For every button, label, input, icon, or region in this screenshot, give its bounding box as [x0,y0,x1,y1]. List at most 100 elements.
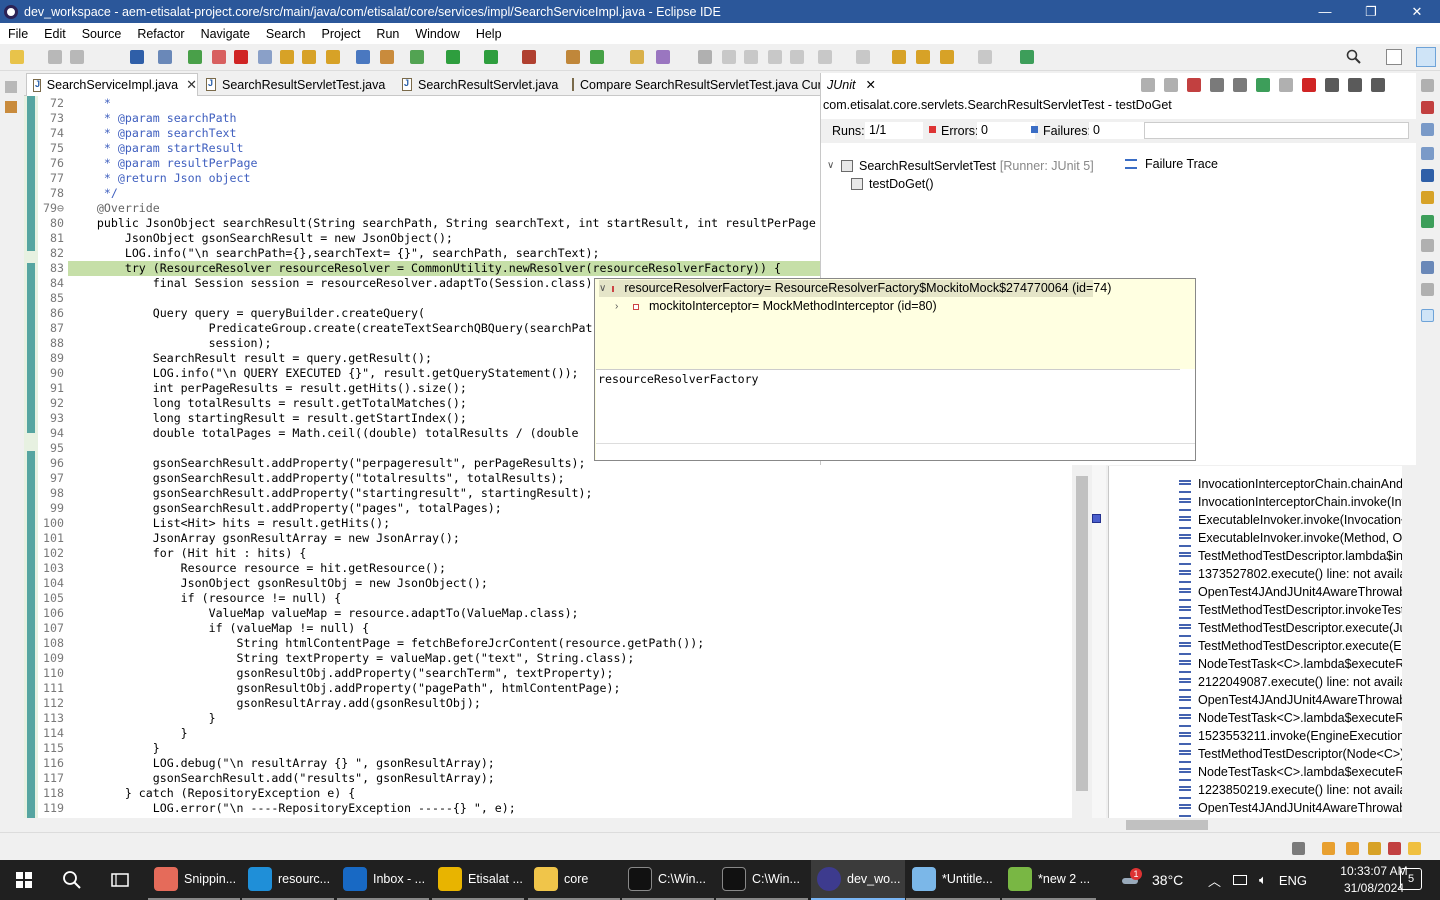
stack-frame[interactable]: TestMethodTestDescriptor.execute(Eng [1109,637,1416,655]
restore-button[interactable]: ❐ [1348,0,1394,23]
problems-view-icon[interactable] [1421,191,1434,204]
test-tree[interactable]: ∨ SearchResultServletTest [Runner: JUnit… [827,157,1127,193]
popup-vertical-scrollbar[interactable] [1180,369,1195,443]
taskbar-app-eclipse[interactable]: dev_wo... [811,860,905,900]
annotation-marker-icon[interactable] [1092,514,1101,523]
toggle-block-selection-icon[interactable] [722,50,736,64]
pilcrow-icon[interactable] [790,50,804,64]
search-icon[interactable] [1346,49,1362,65]
word-wrap-icon[interactable] [768,50,782,64]
taskbar-app-snipping[interactable]: Snippin... [148,860,240,900]
view-menu-icon[interactable] [1348,78,1362,92]
notification-center-button[interactable]: 5 [1400,868,1422,890]
stack-frame[interactable]: TestMethodTestDescriptor.invokeTestM [1109,601,1416,619]
close-window-button[interactable]: ✕ [1394,0,1440,23]
junit-view-icon[interactable] [1421,309,1434,322]
stack-frame[interactable]: 1523553211.invoke(EngineExecutionCo [1109,727,1416,745]
new-java-package-icon[interactable] [566,50,580,64]
stack-frame[interactable]: NodeTestTask<C>.lambda$executeRec [1109,655,1416,673]
maximize-icon[interactable] [1371,78,1385,92]
coverage-icon[interactable] [484,50,498,64]
taskbar-app-chrome[interactable]: Etisalat ... [432,860,524,900]
menu-navigate[interactable]: Navigate [193,27,258,41]
toggle-mark-occurrences-icon[interactable] [698,50,712,64]
new-icon[interactable] [10,50,24,64]
previous-failure-icon[interactable] [1164,78,1178,92]
stack-frame[interactable]: OpenTest4JAndJUnit4AwareThrowable [1109,583,1416,601]
popup-horizontal-scrollbar[interactable] [596,443,1195,460]
minimize-button[interactable]: — [1302,0,1348,23]
popup-variable-row[interactable]: › mockitoInterceptor= MockMethodIntercep… [615,298,937,315]
tab-searchserviceimpl[interactable]: SearchServiceImpl.java ✕ [26,73,198,96]
status-icon[interactable] [1368,842,1381,855]
stack-frame[interactable]: TestMethodTestDescriptor.execute(Jup [1109,619,1416,637]
menu-help[interactable]: Help [468,27,510,41]
chevron-up-icon[interactable]: ︿ [1208,871,1221,890]
new-java-class-icon[interactable] [590,50,604,64]
popup-variable-row[interactable]: ∨ resourceResolverFactory= ResourceResol… [599,280,1111,297]
menu-source[interactable]: Source [74,27,130,41]
menu-run[interactable]: Run [368,27,407,41]
outline-view-icon[interactable] [1421,261,1434,274]
taskbar-app-notepad[interactable]: *Untitle... [906,860,1000,900]
taskbar-app-cmd-2[interactable]: C:\Win... [716,860,808,900]
last-edit-location-icon[interactable] [892,50,906,64]
run-icon[interactable] [446,50,460,64]
disconnect-icon[interactable] [258,50,272,64]
search-toolbar-icon[interactable] [656,50,670,64]
rerun-failed-first-icon[interactable] [1279,78,1293,92]
stack-frame[interactable]: InvocationInterceptorChain.chainAndI [1109,475,1416,493]
use-step-filters-icon[interactable] [380,50,394,64]
next-annotation-icon[interactable] [818,50,832,64]
test-tree-root[interactable]: ∨ SearchResultServletTest [Runner: JUnit… [827,157,1127,175]
tab-junit[interactable]: JUnit ✕ [821,73,901,96]
resume-icon[interactable] [188,50,202,64]
tab-compare[interactable]: Compare SearchResultServletTest.java Cur… [566,73,820,96]
stack-frame[interactable]: TestMethodTestDescriptor.lambda$inv [1109,547,1416,565]
forward-icon[interactable] [978,50,992,64]
close-icon[interactable]: ✕ [865,77,875,92]
save-all-icon[interactable] [70,50,84,64]
show-whitespace-icon[interactable] [744,50,758,64]
expressions-view-icon[interactable] [1421,147,1434,160]
variables-view-icon[interactable] [1421,123,1434,136]
minimized-stack-icon[interactable] [1421,283,1434,296]
stack-frame[interactable]: 1223850219.execute() line: not availabl [1109,781,1416,799]
restore-view-icon[interactable] [1421,79,1434,92]
progress-view-icon[interactable] [1421,215,1434,228]
debug-icon[interactable] [410,50,424,64]
show-failures-only-icon[interactable] [1187,78,1201,92]
drop-to-frame-icon[interactable] [356,50,370,64]
chevron-right-icon[interactable]: › [615,298,627,315]
status-icon[interactable] [1408,842,1421,855]
taskbar-app-outlook[interactable]: Inbox - ... [337,860,429,900]
stack-frame[interactable]: TestMethodTestDescriptor(Node<C>). [1109,745,1416,763]
scrollbar-thumb[interactable] [1126,820,1208,830]
stack-frame[interactable]: 1373527802.execute() line: not availabl [1109,565,1416,583]
stack-frame[interactable]: ExecutableInvoker.invoke(Invocation< [1109,511,1416,529]
back-icon[interactable] [940,50,954,64]
status-icon[interactable] [1322,842,1335,855]
task-view-icon[interactable] [96,860,144,900]
popup-detail-pane[interactable]: resourceResolverFactory [596,369,1180,443]
network-icon[interactable] [1233,875,1248,885]
test-tree-child[interactable]: testDoGet() [827,175,1127,193]
tab-searchresultservlet[interactable]: SearchResultServlet.java [396,73,564,96]
restore-view-icon[interactable] [5,81,17,93]
stack-trace-list[interactable]: InvocationInterceptorChain.chainAndI Inv… [1108,466,1416,818]
stack-frame[interactable]: OpenTest4JAndJUnit4AwareThrowable [1109,691,1416,709]
taskbar-app-notepadpp[interactable]: *new 2 ... [1002,860,1096,900]
status-icon[interactable] [1388,842,1401,855]
open-type-icon[interactable] [630,50,644,64]
menu-edit[interactable]: Edit [36,27,74,41]
status-icon[interactable] [1292,842,1305,855]
stack-frame[interactable]: 2122049087.execute() line: not availabl [1109,673,1416,691]
menu-window[interactable]: Window [407,27,467,41]
save-icon[interactable] [48,50,62,64]
forward-history-icon[interactable] [916,50,930,64]
rerun-test-icon[interactable] [1256,78,1270,92]
terminate-icon[interactable] [234,50,248,64]
menu-project[interactable]: Project [314,27,369,41]
tab-searchresultservlettest[interactable]: SearchResultServletTest.java [200,73,394,96]
weather-widget[interactable]: 1 38°C [1118,860,1183,900]
